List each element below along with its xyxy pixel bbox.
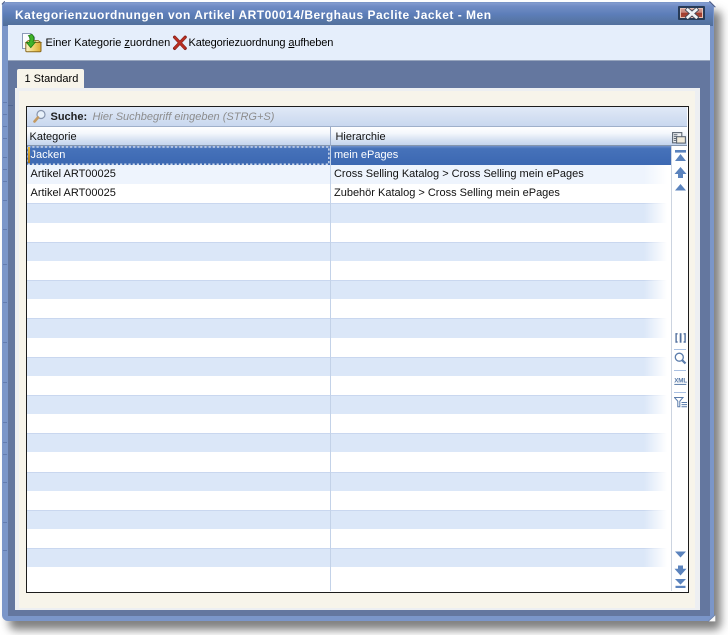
svg-text:XML: XML [674, 378, 687, 385]
